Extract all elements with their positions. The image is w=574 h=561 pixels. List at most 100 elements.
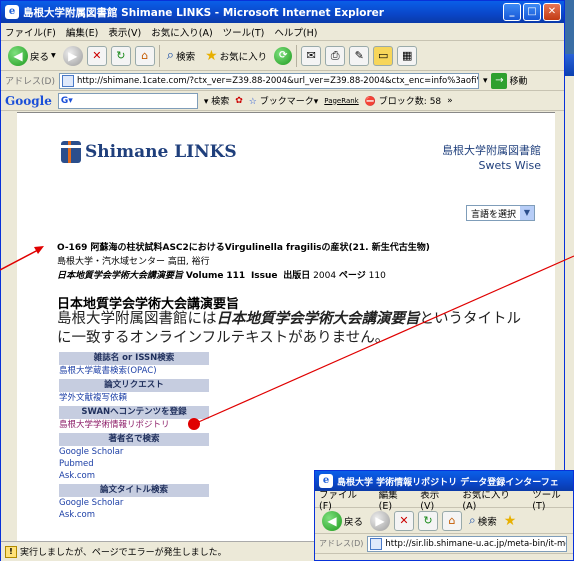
google-search-button[interactable]: ▾ 検索	[204, 94, 229, 107]
more-chevron-icon[interactable]: »	[447, 96, 453, 106]
services-panel: 雑誌名 or ISSN検索 島根大学蔵書検索(OPAC) 論文リクエスト 学外文…	[59, 350, 209, 521]
close-button[interactable]: ✕	[543, 3, 561, 21]
separator	[158, 44, 160, 67]
back-button[interactable]: ◀ 戻る ▾	[5, 44, 59, 68]
author-pubmed-link[interactable]: Pubmed	[59, 458, 209, 470]
star-icon[interactable]: ★	[504, 513, 517, 529]
address-input[interactable]: http://shimane.1cate.com/?ctx_ver=Z39.88…	[58, 72, 479, 89]
gear-icon[interactable]: ✿	[235, 96, 243, 106]
stop-icon[interactable]: ✕	[394, 510, 415, 531]
repository-menu-bar: ファイル(F) 編集(E) 表示(V) お気に入り(A) ツール(T)	[315, 490, 573, 512]
toolbar: ◀ 戻る ▾ ▶ ✕ ↻ ⌂ ⌕ 検索 ★ お気に入り ⟳ ✉ ⎙ ✎ ▭ ▦	[1, 41, 564, 71]
menu-favorites[interactable]: お気に入り(A)	[151, 25, 212, 39]
bookmark-label: ブックマーク	[259, 97, 314, 107]
annotation-dot	[188, 418, 200, 430]
discuss-icon[interactable]: ▦	[397, 45, 418, 66]
article-title: O-169 阿蘇海の柱状試料ASC2におけるVirgulinella fragi…	[57, 243, 430, 253]
refresh-icon[interactable]: ↻	[110, 45, 131, 66]
block-icon: ⛔	[364, 97, 379, 107]
language-select[interactable]: 言語を選択 ▼	[465, 205, 535, 221]
message-pre: 島根大学附属図書館には	[57, 311, 217, 327]
folder-icon[interactable]: ▭	[373, 45, 394, 66]
title-bar: e 島根大学附属図書館 Shimane LINKS - Microsoft In…	[1, 1, 564, 23]
warning-icon[interactable]: !	[5, 545, 17, 558]
separator	[296, 44, 298, 67]
refresh-icon[interactable]: ↻	[418, 510, 439, 531]
status-text: 実行しましたが、ページでエラーが発生しました。	[20, 548, 227, 558]
message-journal: 日本地質学会学術大会講演要旨	[216, 311, 420, 327]
home-icon[interactable]: ⌂	[442, 510, 463, 531]
menu-view[interactable]: 表示(V)	[108, 25, 141, 39]
no-fulltext-message: 島根大学附属図書館には日本地質学会学術大会講演要旨というタイトルに一致するオンラ…	[57, 310, 527, 348]
title-ask-link[interactable]: Ask.com	[59, 509, 209, 521]
ie-icon: e	[319, 474, 333, 488]
chevron-down-icon[interactable]: ▾	[51, 50, 56, 61]
logo-text: Shimane LINKS	[85, 142, 237, 162]
bookmark-icon: ☆	[248, 97, 260, 107]
star-icon: ★	[205, 47, 218, 64]
library-name-line2: Swets Wise	[478, 159, 541, 172]
forward-button[interactable]: ▶	[62, 45, 83, 66]
logo-mark-icon	[61, 141, 81, 163]
bookmark-chevron-icon: ▾	[313, 97, 319, 107]
search-button[interactable]: ⌕ 検索	[164, 46, 198, 65]
repository-link[interactable]: 島根大学学術情報リポジトリ	[59, 419, 209, 431]
year-label: 出版日	[283, 271, 311, 281]
favorites-button[interactable]: ★ お気に入り	[202, 46, 270, 66]
mail-icon[interactable]: ✉	[301, 45, 322, 66]
address-bar: アドレス(D) http://shimane.1cate.com/?ctx_ve…	[1, 71, 564, 91]
address-label: アドレス(D)	[319, 539, 364, 548]
bookmark-button[interactable]: ☆ ブックマーク▾	[249, 94, 318, 107]
minimize-button[interactable]: _	[503, 3, 521, 21]
menu-file[interactable]: ファイル(F)	[5, 25, 56, 39]
back-label: 戻る	[344, 516, 364, 528]
address-dropdown-icon[interactable]: ▾	[483, 76, 488, 86]
opac-link[interactable]: 島根大学蔵書検索(OPAC)	[59, 365, 209, 377]
edit-icon[interactable]: ✎	[349, 45, 370, 66]
service-header: 雑誌名 or ISSN検索	[59, 352, 209, 365]
go-label: 移動	[509, 77, 528, 87]
search-icon: ⌕	[469, 513, 476, 527]
search-button[interactable]: ⌕ 検索	[466, 511, 500, 530]
ill-request-link[interactable]: 学外文献複写依頼	[59, 392, 209, 404]
article-source: 日本地質学会学術大会講演要旨 Volume 111 Issue 出版日 2004…	[57, 269, 537, 283]
service-header: 著者名で検索	[59, 433, 209, 446]
google-toolbar: Google G▾ ▾ 検索 ✿ ☆ ブックマーク▾ PageRank ⛔ ブロ…	[1, 91, 564, 111]
page-label: ページ	[338, 271, 366, 281]
address-url: http://shimane.1cate.com/?ctx_ver=Z39.88…	[76, 75, 479, 86]
search-icon: ⌕	[166, 48, 175, 63]
repository-toolbar: ◀ 戻る ▶ ✕ ↻ ⌂ ⌕ 検索 ★	[315, 508, 573, 534]
window-title: 島根大学附属図書館 Shimane LINKS - Microsoft Inte…	[23, 6, 384, 19]
stop-icon[interactable]: ✕	[86, 45, 107, 66]
back-button[interactable]: ◀ 戻る	[319, 509, 366, 533]
home-icon[interactable]: ⌂	[134, 45, 155, 66]
go-button[interactable]: → 移動	[491, 72, 528, 89]
back-arrow-icon: ◀	[322, 510, 342, 531]
google-search-input[interactable]: G▾	[57, 92, 198, 109]
search-label: 検索	[477, 516, 497, 528]
go-arrow-icon: →	[491, 72, 508, 89]
maximize-button[interactable]: □	[523, 3, 541, 21]
popup-blocker[interactable]: ⛔ ブロック数: 58	[365, 94, 441, 107]
print-icon[interactable]: ⎙	[325, 45, 346, 66]
page-icon	[370, 537, 383, 550]
title-google-scholar-link[interactable]: Google Scholar	[59, 497, 209, 509]
repository-window-title: 島根大学 学術情報リポジトリ データ登録インターフェ	[337, 477, 559, 488]
author-ask-link[interactable]: Ask.com	[59, 470, 209, 482]
author-google-scholar-link[interactable]: Google Scholar	[59, 446, 209, 458]
menu-tools[interactable]: ツール(T)	[223, 25, 265, 39]
page-value: 110	[368, 271, 386, 281]
forward-button[interactable]: ▶	[370, 510, 391, 531]
popup-blocker-label: ブロック数: 58	[378, 97, 442, 107]
menu-bar: ファイル(F) 編集(E) 表示(V) お気に入り(A) ツール(T) ヘルプ(…	[1, 23, 564, 41]
media-icon[interactable]: ⟳	[274, 46, 293, 65]
service-header: SWANへコンテンツを登録	[59, 406, 209, 419]
menu-edit[interactable]: 編集(E)	[66, 25, 98, 39]
chevron-down-icon: ▼	[520, 206, 534, 220]
address-label: アドレス(D)	[5, 77, 55, 87]
library-name: 島根大学附属図書館 Swets Wise	[442, 143, 541, 173]
source-journal: 日本地質学会学術大会講演要旨	[57, 271, 184, 281]
repository-title-bar: e 島根大学 学術情報リポジトリ データ登録インターフェ	[315, 471, 573, 491]
menu-help[interactable]: ヘルプ(H)	[274, 25, 317, 39]
address-input[interactable]: http://sir.lib.shimane-u.ac.jp/meta-bin/…	[367, 535, 568, 552]
